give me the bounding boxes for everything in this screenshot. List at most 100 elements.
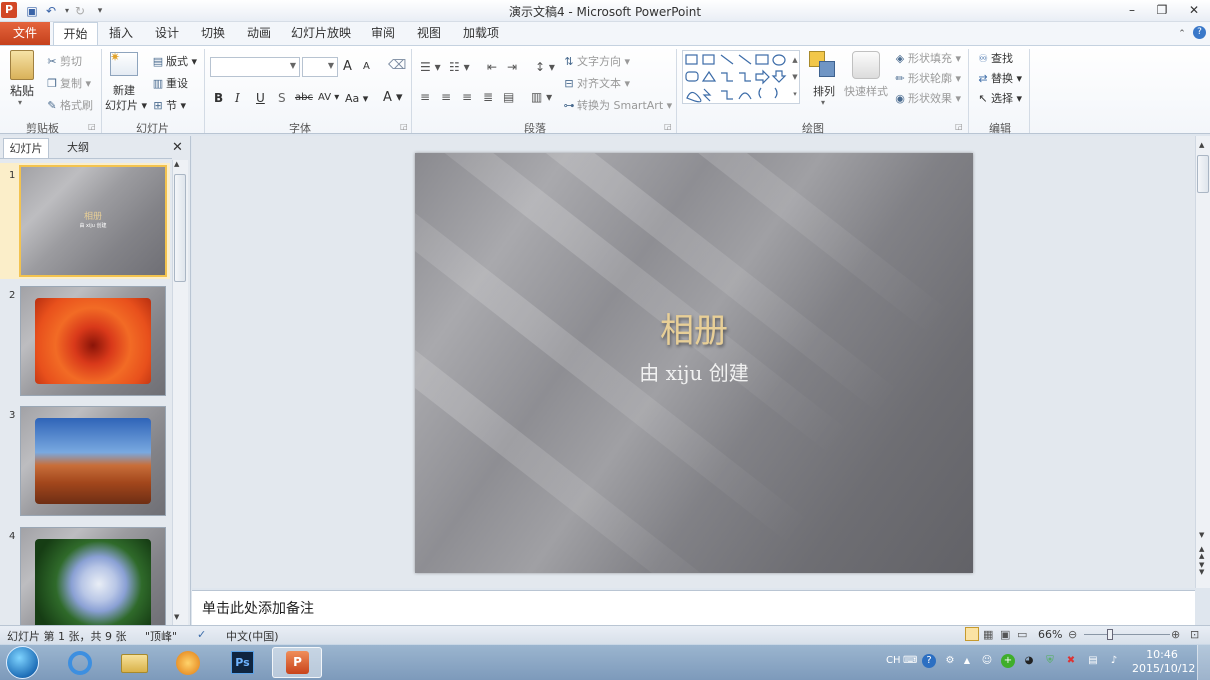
underline-button[interactable]: U: [256, 91, 265, 105]
strikethrough-button[interactable]: abc: [295, 92, 313, 103]
language-indicator[interactable]: 中文(中国): [226, 628, 279, 644]
workspace-scrollbar[interactable]: [1195, 136, 1210, 588]
scroll-down-icon[interactable]: ▼: [1199, 531, 1204, 539]
notes-pane[interactable]: [192, 590, 1195, 625]
show-desktop-button[interactable]: [1197, 645, 1210, 680]
new-slide-label-1[interactable]: 新建: [113, 82, 135, 98]
keyboard-icon[interactable]: ⌨: [903, 654, 917, 668]
normal-view-icon[interactable]: [965, 627, 979, 641]
explorer-taskbar-icon[interactable]: [109, 647, 159, 678]
ime-indicator[interactable]: CH: [886, 655, 901, 666]
text-shadow-button[interactable]: S: [278, 91, 286, 105]
slideshow-view-icon[interactable]: ▭: [1017, 628, 1027, 641]
new-slide-label-2[interactable]: 幻灯片 ▾: [105, 97, 147, 113]
close-button[interactable]: ✕: [1180, 2, 1208, 19]
arrange-button[interactable]: 排列: [813, 83, 835, 99]
paragraph-launcher-icon[interactable]: ◲: [664, 122, 672, 131]
tab-transitions[interactable]: 切换: [193, 22, 233, 45]
tab-view[interactable]: 视图: [409, 22, 449, 45]
tab-insert[interactable]: 插入: [101, 22, 141, 45]
panel-scroll-thumb[interactable]: [174, 174, 186, 282]
bullets-icon[interactable]: ☰ ▾: [420, 60, 441, 74]
fit-to-window-icon[interactable]: ⊡: [1190, 628, 1199, 641]
ie-taskbar-icon[interactable]: [55, 647, 105, 678]
tab-home[interactable]: 开始: [53, 22, 98, 46]
arrange-icon[interactable]: [809, 51, 837, 79]
zoom-level[interactable]: 66%: [1038, 628, 1062, 641]
restore-button[interactable]: ❐: [1148, 2, 1176, 19]
network-icon[interactable]: ▤: [1086, 654, 1100, 668]
bold-button[interactable]: B: [214, 91, 223, 105]
qq-tray-icon[interactable]: ◕: [1022, 654, 1036, 668]
current-slide[interactable]: 相册 由 xiju 创建: [415, 153, 973, 573]
tab-outline[interactable]: 大纲: [55, 138, 101, 158]
quick-styles-icon[interactable]: [852, 51, 880, 79]
font-launcher-icon[interactable]: ◲: [400, 122, 408, 131]
layout-button[interactable]: ▤ 版式 ▾: [150, 53, 197, 69]
close-panel-button[interactable]: ✕: [172, 140, 183, 155]
powerpoint-taskbar-icon[interactable]: P: [272, 647, 322, 678]
slide-thumbnail-3[interactable]: [20, 406, 166, 516]
zoom-slider-thumb[interactable]: [1107, 629, 1113, 640]
smartart-button[interactable]: ⊶ 转换为 SmartArt ▾: [561, 97, 673, 113]
text-direction-button[interactable]: ⇅ 文字方向 ▾: [561, 53, 630, 69]
clipboard-launcher-icon[interactable]: ◲: [88, 122, 96, 131]
align-right-icon[interactable]: ≡: [462, 90, 472, 104]
shape-effects-button[interactable]: ◉ 形状效果 ▾: [892, 90, 961, 106]
tab-slides[interactable]: 幻灯片: [3, 138, 49, 158]
system-clock[interactable]: 10:46 2015/10/12: [1132, 648, 1195, 676]
zoom-out-icon[interactable]: ⊖: [1068, 628, 1077, 641]
shield-icon[interactable]: ⛨: [1043, 654, 1057, 668]
font-color-button[interactable]: A ▾: [383, 90, 403, 105]
format-painter-button[interactable]: ✎ 格式刷: [44, 97, 93, 113]
increase-indent-icon[interactable]: ⇥: [507, 60, 517, 74]
slide-sorter-icon[interactable]: ▦: [983, 628, 993, 641]
zoom-in-icon[interactable]: ⊕: [1171, 628, 1180, 641]
paste-dropdown-icon[interactable]: ▾: [18, 98, 22, 107]
spell-check-icon[interactable]: ✓: [197, 628, 206, 641]
ime-settings-icon[interactable]: ⚙: [943, 654, 957, 668]
select-button[interactable]: ↖ 选择 ▾: [975, 90, 1022, 106]
decrease-indent-icon[interactable]: ⇤: [487, 60, 497, 74]
show-hidden-icons-icon[interactable]: ▲: [960, 654, 974, 668]
user-tray-icon[interactable]: ☺: [980, 654, 994, 668]
tab-review[interactable]: 审阅: [363, 22, 403, 45]
replace-button[interactable]: ⇄ 替换 ▾: [975, 70, 1022, 86]
theme-name[interactable]: "顶峰": [145, 628, 177, 644]
tab-animations[interactable]: 动画: [239, 22, 279, 45]
numbering-icon[interactable]: ☷ ▾: [449, 60, 470, 74]
quick-styles-button[interactable]: 快速样式: [844, 83, 888, 99]
slide-thumbnail-1[interactable]: 相册 由 xiju 创建: [19, 165, 167, 277]
find-button[interactable]: ♾ 查找: [975, 50, 1013, 66]
italic-button[interactable]: I: [235, 91, 240, 105]
slide-thumbnail-2[interactable]: [20, 286, 166, 396]
align-center-icon[interactable]: ≡: [441, 90, 451, 104]
zoom-slider-track[interactable]: [1084, 634, 1170, 635]
cut-button[interactable]: ✂ 剪切: [44, 53, 82, 69]
justify-icon[interactable]: ≣: [483, 90, 493, 104]
change-case-button[interactable]: Aa ▾: [345, 92, 368, 105]
gallery-scroll-icon[interactable]: ▲ ▼ ▾: [790, 52, 800, 102]
align-left-icon[interactable]: ≡: [420, 90, 430, 104]
paste-icon[interactable]: [10, 50, 34, 80]
tab-file[interactable]: 文件: [0, 22, 50, 45]
grow-font-button[interactable]: A: [343, 59, 352, 74]
network-error-icon[interactable]: ✖: [1064, 654, 1078, 668]
media-player-taskbar-icon[interactable]: [163, 647, 213, 678]
font-size-combo[interactable]: ▼: [302, 57, 338, 77]
tab-addins[interactable]: 加载项: [455, 22, 507, 45]
next-slide-icon[interactable]: ▼ ▼: [1199, 562, 1204, 576]
slide-title[interactable]: 相册: [415, 303, 973, 352]
shape-outline-button[interactable]: ✏ 形状轮廓 ▾: [892, 70, 961, 86]
volume-icon[interactable]: ♪: [1107, 654, 1121, 668]
workspace-scroll-thumb[interactable]: [1197, 155, 1209, 193]
align-text-button[interactable]: ⊟ 对齐文本 ▾: [561, 75, 630, 91]
scroll-down-icon[interactable]: ▼: [174, 613, 179, 621]
start-button[interactable]: [6, 646, 39, 679]
columns-icon[interactable]: ▥ ▾: [531, 90, 552, 104]
reset-button[interactable]: ▥ 重设: [150, 75, 188, 91]
scroll-up-icon[interactable]: ▲: [1199, 141, 1204, 149]
slide-thumbnail-4[interactable]: [20, 527, 166, 625]
copy-button[interactable]: ❐ 复制 ▾: [44, 75, 91, 91]
help-icon[interactable]: ?: [1193, 26, 1206, 39]
